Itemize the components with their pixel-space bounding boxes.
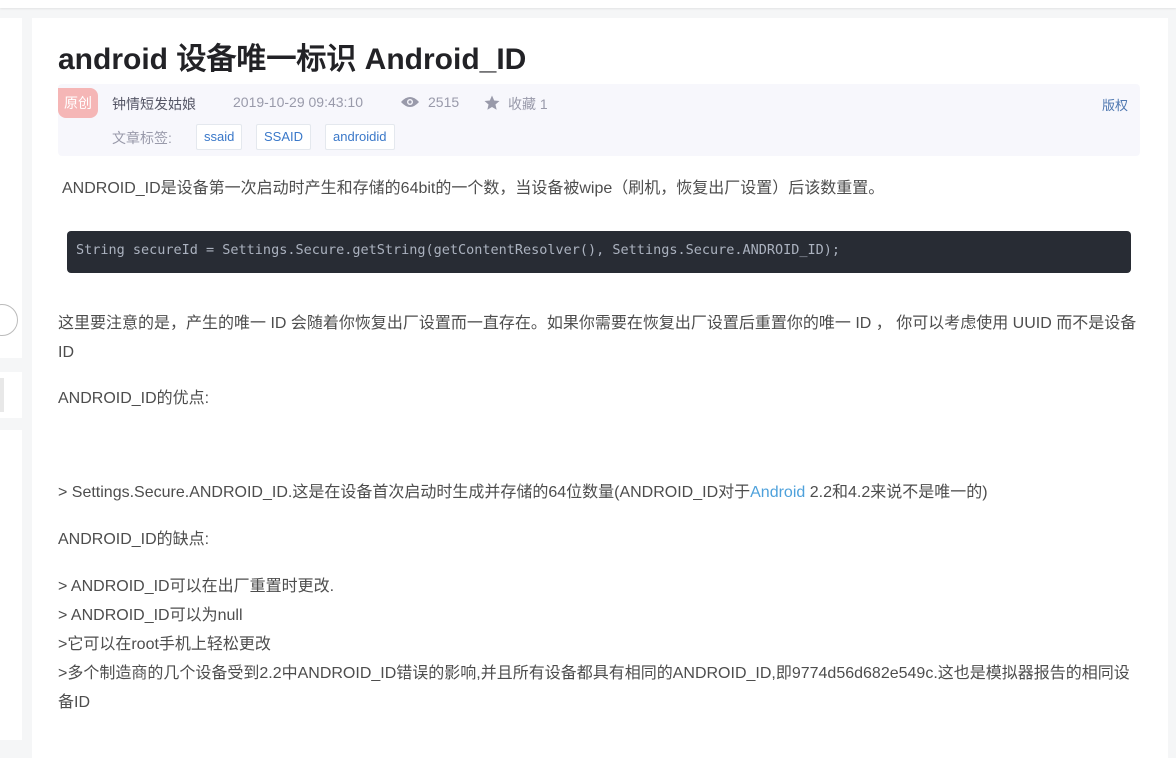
disadvantage-item: > ANDROID_ID可以为null	[58, 607, 243, 624]
view-count: 2515	[428, 94, 460, 110]
disadvantage-item: >多个制造商的几个设备受到2.2中ANDROID_ID错误的影响,并且所有设备都…	[58, 665, 1130, 711]
advantage-text-suffix: 2.2和4.2来说不是唯一的)	[805, 484, 988, 501]
article-container: android 设备唯一标识 Android_ID 原创 钟情短发姑娘 2019…	[32, 18, 1168, 758]
tag-ssaid[interactable]: ssaid	[196, 124, 243, 150]
author-name[interactable]: 钟情短发姑娘	[112, 94, 196, 114]
advantages-heading: ANDROID_ID的优点:	[58, 390, 210, 407]
left-sidebar-card	[0, 430, 22, 740]
disadvantage-item: >它可以在root手机上轻松更改	[58, 636, 271, 653]
publish-time: 2019-10-29 09:43:10	[233, 94, 363, 110]
favorite-button[interactable]: 收藏 1	[508, 94, 548, 114]
code-line: String secureId = Settings.Secure.getStr…	[76, 242, 841, 258]
code-block: String secureId = Settings.Secure.getStr…	[67, 231, 1131, 273]
note-paragraph: 这里要注意的是，产生的唯一 ID 会随着你恢复出厂设置而一直存在。如果你需要在恢…	[58, 315, 1137, 361]
tag-ssaid-upper[interactable]: SSAID	[256, 124, 312, 150]
eye-icon	[401, 97, 419, 107]
disadvantage-item: > ANDROID_ID可以在出厂重置时更改.	[58, 578, 335, 595]
disadvantages-heading: ANDROID_ID的缺点:	[58, 531, 210, 548]
original-badge: 原创	[58, 88, 98, 118]
article-info-box: 原创 钟情短发姑娘 2019-10-29 09:43:10 2515 收藏 1 …	[58, 84, 1140, 156]
intro-paragraph: ANDROID_ID是设备第一次启动时产生和存储的64bit的一个数，当设备被w…	[62, 180, 885, 197]
article-title: android 设备唯一标识 Android_ID	[58, 43, 527, 76]
disadvantages-list: > ANDROID_ID可以在出厂重置时更改. > ANDROID_ID可以为n…	[58, 572, 1140, 717]
star-icon[interactable]	[483, 94, 501, 112]
tags-label: 文章标签:	[112, 130, 172, 146]
advantage-item: > Settings.Secure.ANDROID_ID.这是在设备首次启动时生…	[58, 478, 1140, 507]
advantage-text: > Settings.Secure.ANDROID_ID.这是在设备首次启动时生…	[58, 484, 751, 501]
android-link[interactable]: Android	[750, 484, 805, 501]
tag-androidid[interactable]: androidid	[325, 124, 395, 150]
sidebar-tab[interactable]	[0, 378, 4, 412]
copyright-link[interactable]: 版权	[1102, 95, 1128, 114]
top-bar	[0, 0, 1176, 8]
